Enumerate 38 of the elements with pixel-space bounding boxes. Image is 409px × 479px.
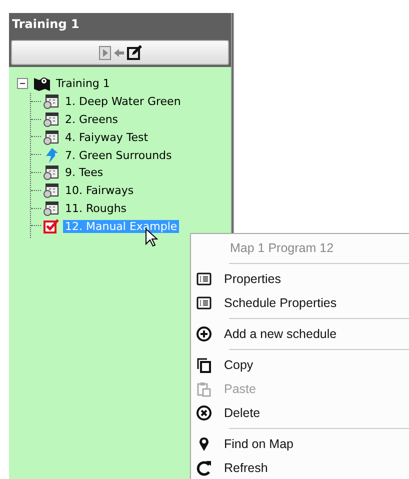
menu-item[interactable]: Copy (191, 353, 409, 377)
tree-item[interactable]: 9. Tees (63, 166, 106, 180)
tree-item[interactable]: 11. Roughs (63, 202, 129, 215)
calendar-clock-icon (43, 93, 60, 110)
tree-item[interactable]: 7. Green Surrounds (63, 148, 174, 162)
toolbar-button[interactable] (11, 40, 229, 65)
list-icon (196, 271, 212, 287)
menu-item[interactable]: Schedule Properties (191, 291, 409, 315)
calendar-clock-icon (43, 200, 60, 217)
menu-item[interactable]: Add a new schedule (191, 322, 409, 346)
calendar-clock-icon (43, 110, 60, 128)
calendar-clock-icon (43, 182, 60, 200)
tree-item[interactable]: 10. Fairways (63, 184, 136, 198)
delete-icon (196, 405, 212, 421)
collapse-toggle[interactable] (17, 78, 28, 90)
calendar-clock-icon (43, 128, 60, 146)
paste-icon (196, 381, 212, 397)
tree-item[interactable]: 1. Deep Water Green (63, 95, 183, 108)
panel-title: Training 1 (11, 16, 80, 33)
menu-item[interactable]: Find on Map (191, 432, 409, 456)
copy-icon (196, 357, 212, 373)
map-pin-icon (33, 76, 51, 92)
edit-icon (126, 45, 142, 60)
arrow-icon (43, 146, 60, 164)
menu-item[interactable]: Refresh (191, 456, 409, 479)
menu-item[interactable]: Properties (191, 267, 409, 291)
play-icon (98, 46, 110, 60)
tree-item[interactable]: 4. Faiyway Test (63, 130, 150, 144)
refresh-icon (196, 460, 212, 476)
calendar-clock-icon (43, 164, 60, 182)
checkbox-icon (43, 218, 60, 235)
tree-item-label[interactable]: Training 1 (54, 77, 112, 90)
left-arrow-icon (114, 48, 124, 58)
add-icon (196, 326, 212, 342)
list-icon (196, 295, 212, 311)
tree-item[interactable]: 2. Greens (63, 112, 120, 126)
menu-header: Map 1 Program 12 (229, 240, 335, 257)
menu-item[interactable]: Delete (191, 401, 409, 425)
